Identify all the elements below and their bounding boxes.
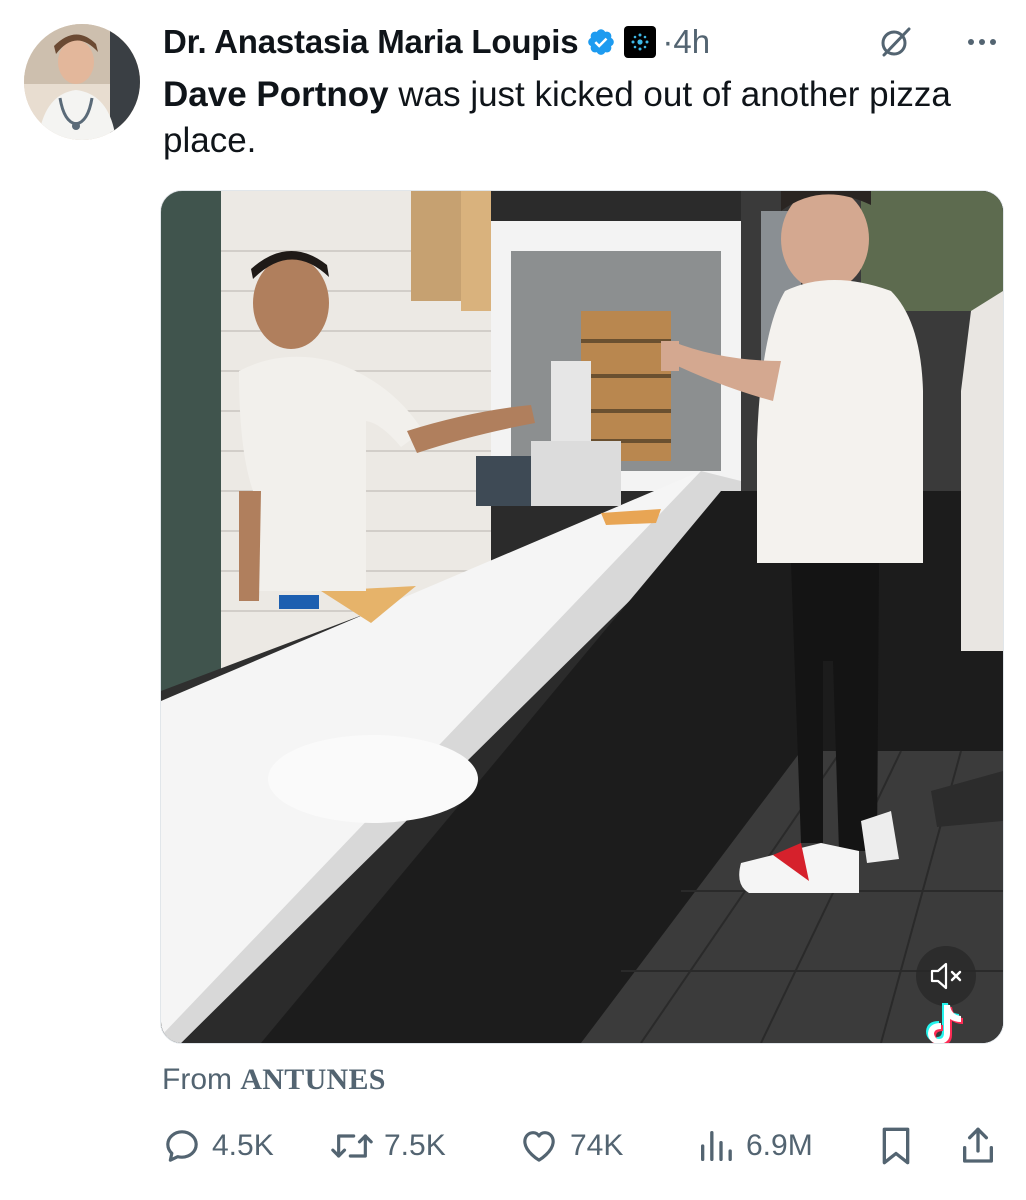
reply-icon [166, 1130, 198, 1162]
tiktok-icon [917, 999, 967, 1043]
grok-icon[interactable] [878, 24, 914, 60]
share-icon [963, 1127, 993, 1163]
like-count: 74K [570, 1129, 624, 1162]
tweet-action-bar: 4.5K 7.5K 74K 6.9M [160, 1120, 1002, 1172]
verified-badge-icon [586, 27, 616, 57]
bookmark-button[interactable] [876, 1120, 916, 1172]
speaker-muted-icon [930, 962, 962, 990]
mute-button[interactable] [916, 946, 976, 1006]
more-options-icon[interactable] [962, 22, 1002, 62]
mentioned-name: Dave Portnoy [163, 75, 389, 114]
affiliate-badge-icon[interactable] [624, 26, 657, 58]
avatar-image [24, 24, 140, 140]
tweet-text: Dave Portnoy was just kicked out of anot… [163, 72, 983, 164]
bookmark-icon [882, 1127, 910, 1165]
author-avatar[interactable] [24, 24, 140, 140]
heart-icon [523, 1131, 555, 1162]
views-chart-icon [701, 1131, 732, 1161]
repost-count: 7.5K [384, 1129, 446, 1162]
reply-count: 4.5K [212, 1129, 274, 1162]
tweet-header: Dr. Anastasia Maria Loupis ·4h [163, 20, 1002, 64]
reply-button[interactable]: 4.5K [162, 1120, 274, 1172]
views-button[interactable]: 6.9M [696, 1120, 813, 1172]
video-source-attribution[interactable]: From ANTUNES [162, 1063, 386, 1097]
repost-button[interactable]: 7.5K [330, 1120, 446, 1172]
like-button[interactable]: 74K [518, 1120, 623, 1172]
author-display-name[interactable]: Dr. Anastasia Maria Loupis [163, 23, 579, 61]
repost-icon [331, 1134, 373, 1158]
video-frame [161, 191, 1003, 1043]
share-button[interactable] [958, 1120, 998, 1172]
tweet-timestamp[interactable]: ·4h [662, 23, 710, 61]
tweet-video[interactable] [160, 190, 1004, 1044]
source-name[interactable]: ANTUNES [240, 1063, 385, 1096]
source-prefix: From [162, 1063, 241, 1096]
views-count: 6.9M [746, 1129, 813, 1162]
